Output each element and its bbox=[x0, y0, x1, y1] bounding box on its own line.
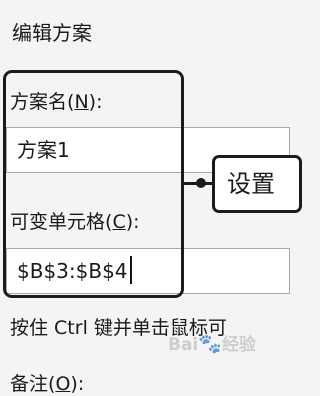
annotation-highlight-box bbox=[3, 70, 184, 298]
callout-text: 设置 bbox=[227, 170, 275, 198]
comment-label-text: 备注 bbox=[10, 373, 49, 395]
watermark: Bai🐾经验 bbox=[168, 330, 256, 355]
comment-label: 备注(O): bbox=[10, 373, 85, 395]
annotation-connector-dot bbox=[196, 178, 206, 188]
watermark-text-after: 经验 bbox=[221, 335, 256, 355]
baidu-paw-icon: 🐾 bbox=[198, 333, 222, 355]
dialog-title: 编辑方案 bbox=[12, 21, 92, 45]
annotation-callout: 设置 bbox=[212, 155, 302, 213]
comment-label-suffix: : bbox=[77, 373, 85, 395]
watermark-text-before: Bai bbox=[168, 335, 199, 355]
comment-mnemonic: O bbox=[55, 373, 71, 395]
